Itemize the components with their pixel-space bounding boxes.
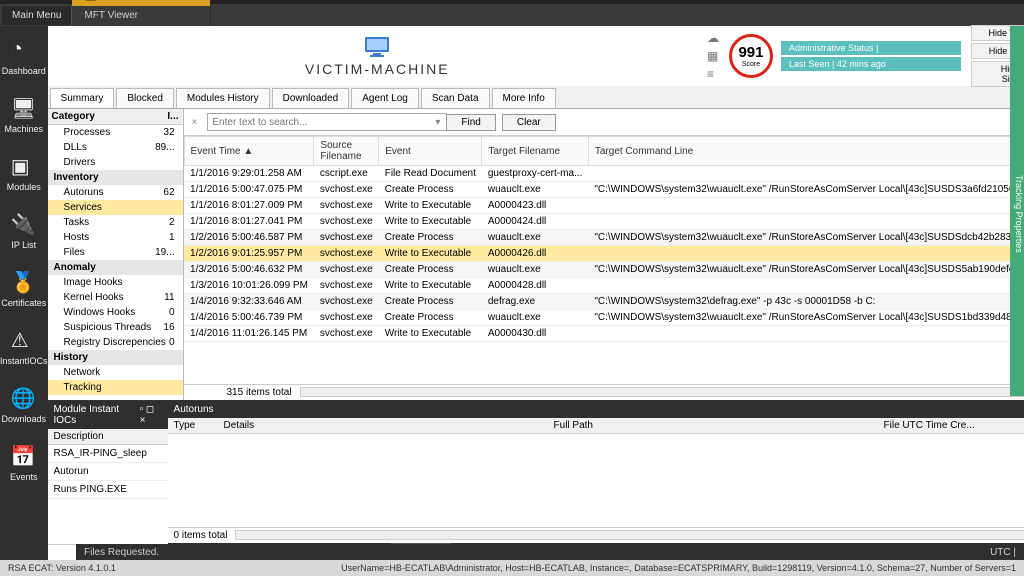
category-item[interactable]: DLLs89...: [48, 140, 183, 155]
list-item[interactable]: RSA_IR-PING_sleep: [48, 445, 168, 463]
category-item[interactable]: Registry Discrepencies0: [48, 335, 183, 350]
list-item[interactable]: Autorun: [48, 463, 168, 481]
clear-search-icon[interactable]: ×: [188, 117, 202, 128]
table-row[interactable]: 1/4/2016 5:00:46.739 PMsvchost.exeCreate…: [184, 310, 1024, 326]
table-row[interactable]: 1/1/2016 8:01:27.009 PMsvchost.exeWrite …: [184, 198, 1024, 214]
module-ioc-panel: Module Instant IOCs▫ ◻ × Description RSA…: [48, 401, 168, 560]
dashboard-icon: ◔: [11, 38, 37, 62]
detail-tabs: SummaryBlockedModules HistoryDownloadedA…: [48, 86, 1024, 109]
score-gauge: 991 Score: [729, 34, 773, 78]
machine-title: VICTIM-MACHINE: [305, 61, 450, 77]
subtab[interactable]: Modules History: [176, 88, 270, 108]
modules-icon: ▣: [11, 154, 37, 178]
category-item[interactable]: Kernel Hooks11: [48, 290, 183, 305]
sidebar-item-downloads[interactable]: 🌐Downloads: [2, 386, 47, 424]
events-icon: 📅: [11, 444, 37, 468]
sidebar-item-dashboard[interactable]: ◔Dashboard: [2, 38, 46, 76]
category-item[interactable]: Processes32: [48, 125, 183, 140]
column-header[interactable]: Target Command Line: [588, 137, 1024, 166]
events-grid[interactable]: Event Time ▲Source FilenameEventTarget F…: [184, 136, 1024, 384]
clear-button[interactable]: Clear: [502, 114, 556, 131]
admin-status: Administrative Status |: [781, 41, 961, 55]
monitor-icon: 🖥: [84, 0, 97, 2]
table-row[interactable]: 1/3/2016 10:01:26.099 PMsvchost.exeWrite…: [184, 278, 1024, 294]
panel-controls[interactable]: ▫ ◻ ×: [140, 404, 162, 426]
category-item[interactable]: Suspicious Threads16: [48, 320, 183, 335]
subtab[interactable]: Blocked: [116, 88, 174, 108]
header-small-icons: ☁ ▦ ≡: [707, 31, 719, 81]
subtab[interactable]: Downloaded: [272, 88, 350, 108]
category-item[interactable]: Windows Hooks0: [48, 305, 183, 320]
certs-icon: 🏅: [11, 270, 37, 294]
tracking-properties-rail[interactable]: Tracking Properties: [1010, 26, 1024, 396]
table-row[interactable]: 1/1/2016 5:00:47.075 PMsvchost.exeCreate…: [184, 182, 1024, 198]
table-row[interactable]: 1/4/2016 11:01:26.145 PMsvchost.exeWrite…: [184, 326, 1024, 342]
column-header[interactable]: Details: [218, 418, 548, 433]
category-item[interactable]: Autoruns62: [48, 185, 183, 200]
download-icon: 🌐: [11, 386, 37, 410]
subtab[interactable]: Scan Data: [421, 88, 490, 108]
machine-header: VICTIM-MACHINE ☁ ▦ ≡ 991 Score Administr…: [48, 26, 1024, 86]
sidebar-item-instantiocs[interactable]: ⚠InstantIOCs: [0, 328, 48, 366]
horizontal-scrollbar[interactable]: [235, 530, 1024, 540]
category-item[interactable]: Hosts1: [48, 230, 183, 245]
table-row[interactable]: 1/4/2016 9:32:33.646 AMsvchost.exeCreate…: [184, 294, 1024, 310]
category-item[interactable]: Services: [48, 200, 183, 215]
grid-icon: ▦: [707, 49, 719, 63]
category-item[interactable]: Image Hooks: [48, 275, 183, 290]
find-button[interactable]: Find: [446, 114, 495, 131]
column-header[interactable]: Target Filename: [482, 137, 588, 166]
sidebar-item-certificates[interactable]: 🏅Certificates: [1, 270, 46, 308]
version-bar: RSA ECAT: Version 4.1.0.1 UserName=HB-EC…: [0, 560, 1024, 576]
search-dropdown-icon[interactable]: ▾: [435, 117, 440, 128]
category-item[interactable]: Network: [48, 365, 183, 380]
sidebar-item-events[interactable]: 📅Events: [10, 444, 38, 482]
iplist-icon: 🔌: [11, 212, 37, 236]
category-item[interactable]: Drivers: [48, 155, 183, 170]
category-item: Anomaly: [48, 260, 183, 275]
search-input[interactable]: [207, 113, 447, 131]
status-bar: Files Requested. UTC |: [76, 544, 1024, 560]
autoruns-panel: Autoruns⇲ ◻ × TypeDetailsFull PathFile U…: [168, 401, 1024, 560]
machines-icon: 🖥: [11, 96, 37, 120]
category-item[interactable]: Tasks2: [48, 215, 183, 230]
grid-total: 315 items total: [192, 387, 292, 398]
window-tabstrip: Main Menu 🖥VICTIM-MACHINE×MFT ViewerInst…: [0, 4, 1024, 26]
main-menu-button[interactable]: Main Menu: [2, 6, 72, 25]
horizontal-scrollbar[interactable]: [300, 387, 1024, 397]
category-item[interactable]: Files19...: [48, 245, 183, 260]
category-item: Inventory: [48, 170, 183, 185]
nav-sidebar: ◔Dashboard 🖥Machines ▣Modules 🔌IP List 🏅Cert…: [0, 26, 48, 560]
sidebar-item-ip list[interactable]: 🔌IP List: [11, 212, 37, 250]
last-seen: Last Seen | 42 mins ago: [781, 57, 961, 71]
cloud-icon: ☁: [707, 31, 719, 45]
column-header[interactable]: Type: [168, 418, 218, 433]
column-header[interactable]: File UTC Time Cre...: [878, 418, 988, 433]
window-tab[interactable]: MFT Viewer: [72, 6, 210, 25]
column-header[interactable]: Source Filename: [314, 137, 379, 166]
table-row[interactable]: 1/2/2016 9:01:25.957 PMsvchost.exeWrite …: [184, 246, 1024, 262]
subtab[interactable]: Agent Log: [351, 88, 419, 108]
subtab[interactable]: More Info: [492, 88, 556, 108]
sidebar-item-machines[interactable]: 🖥Machines: [5, 96, 44, 134]
column-header[interactable]: Full Path: [548, 418, 878, 433]
table-row[interactable]: 1/1/2016 8:01:27.041 PMsvchost.exeWrite …: [184, 214, 1024, 230]
column-header[interactable]: Event Time ▲: [184, 137, 314, 166]
category-panel: CategoryI... Processes32DLLs89...Drivers…: [48, 109, 184, 400]
table-row[interactable]: 1/1/2016 9:29:01.258 AMcscript.exeFile R…: [184, 166, 1024, 182]
bars-icon: ≡: [707, 67, 719, 81]
alert-icon: ⚠: [11, 328, 37, 352]
close-icon[interactable]: ×: [193, 0, 198, 1]
table-row[interactable]: 1/3/2016 5:00:46.632 PMsvchost.exeCreate…: [184, 262, 1024, 278]
sidebar-item-modules[interactable]: ▣Modules: [7, 154, 41, 192]
monitor-icon: [363, 36, 391, 61]
table-row[interactable]: 1/2/2016 5:00:46.587 PMsvchost.exeCreate…: [184, 230, 1024, 246]
subtab[interactable]: Summary: [50, 88, 115, 108]
list-item[interactable]: Runs PING.EXE: [48, 481, 168, 499]
column-header[interactable]: Event: [379, 137, 482, 166]
category-item: History: [48, 350, 183, 365]
category-item[interactable]: Tracking: [48, 380, 183, 395]
